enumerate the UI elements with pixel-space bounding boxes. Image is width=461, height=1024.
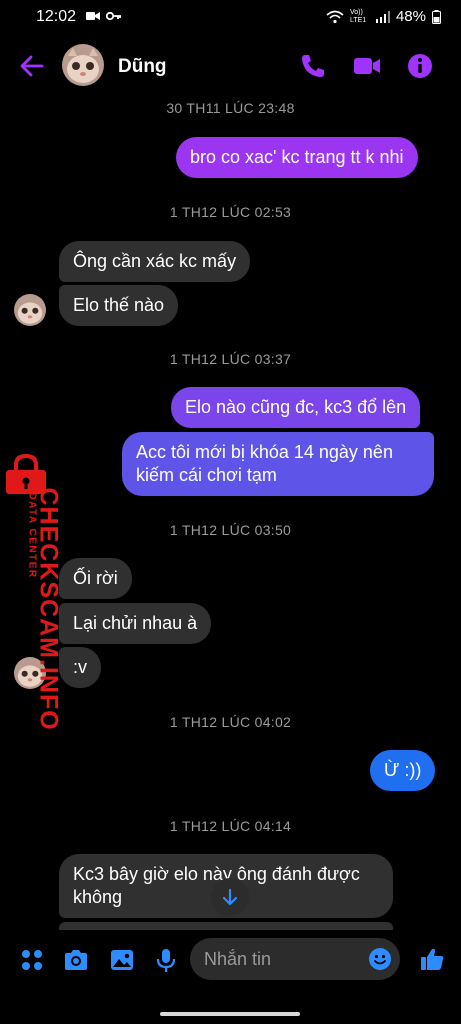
navigation-handle[interactable]: [160, 1012, 300, 1016]
emoji-icon[interactable]: [368, 947, 392, 971]
outgoing-message[interactable]: Acc tôi mới bị khóa 14 ngày nên kiếm cái…: [122, 432, 434, 496]
outgoing-message[interactable]: bro co xac' kc trang tt k nhi: [176, 137, 418, 178]
key-icon: [106, 11, 121, 21]
video-notification-icon: [86, 12, 100, 20]
timestamp: 1 TH12 LÚC 02:53: [169, 204, 292, 220]
status-time: 12:02: [36, 8, 77, 25]
info-icon[interactable]: [405, 51, 435, 81]
scroll-to-bottom-button[interactable]: [211, 878, 249, 916]
outgoing-message[interactable]: Ừ :)): [370, 750, 436, 791]
thumbs-up-icon[interactable]: [418, 945, 446, 973]
camera-icon[interactable]: [62, 946, 90, 974]
gallery-icon[interactable]: [108, 946, 136, 974]
battery-percent: 48%: [395, 8, 426, 25]
timestamp: 1 TH12 LÚC 04:02: [169, 714, 292, 730]
chat-header: Dũng: [0, 34, 461, 98]
battery-icon: [432, 9, 441, 24]
incoming-message[interactable]: Elo thế nào: [59, 285, 179, 326]
watermark-title: CHECKSCAM.INFO: [34, 487, 63, 731]
contact-name[interactable]: Dũng: [118, 56, 167, 78]
incoming-message[interactable]: :v: [59, 647, 102, 688]
incoming-message[interactable]: Ối rời: [59, 558, 132, 599]
arrow-down-icon: [222, 888, 238, 906]
microphone-icon[interactable]: [152, 946, 180, 974]
video-call-icon[interactable]: [352, 51, 382, 81]
back-arrow-icon[interactable]: [18, 52, 46, 80]
cat-avatar-image: [62, 44, 104, 86]
timestamp: 30 TH11 LÚC 23:48: [166, 100, 295, 116]
status-bar: 12:02 Vo)) LTE1 48%: [0, 0, 461, 34]
signal-icon: [375, 10, 390, 23]
incoming-message[interactable]: Ông cần xác kc mấy: [59, 241, 251, 282]
phone-call-icon[interactable]: [298, 51, 328, 81]
contact-avatar-small: [14, 294, 46, 326]
timestamp: 1 TH12 LÚC 04:14: [169, 818, 292, 834]
wifi-icon: [326, 10, 344, 23]
incoming-message[interactable]: Lại chửi nhau à: [59, 603, 212, 644]
network-label: Vo)) LTE1: [349, 8, 367, 24]
message-composer: [0, 930, 461, 992]
timestamp: 1 TH12 LÚC 03:50: [169, 522, 292, 538]
apps-grid-icon[interactable]: [18, 946, 46, 974]
timestamp: 1 TH12 LÚC 03:37: [169, 351, 292, 367]
contact-avatar[interactable]: [62, 44, 104, 86]
outgoing-message[interactable]: Elo nào cũng đc, kc3 đổ lên: [171, 387, 421, 428]
